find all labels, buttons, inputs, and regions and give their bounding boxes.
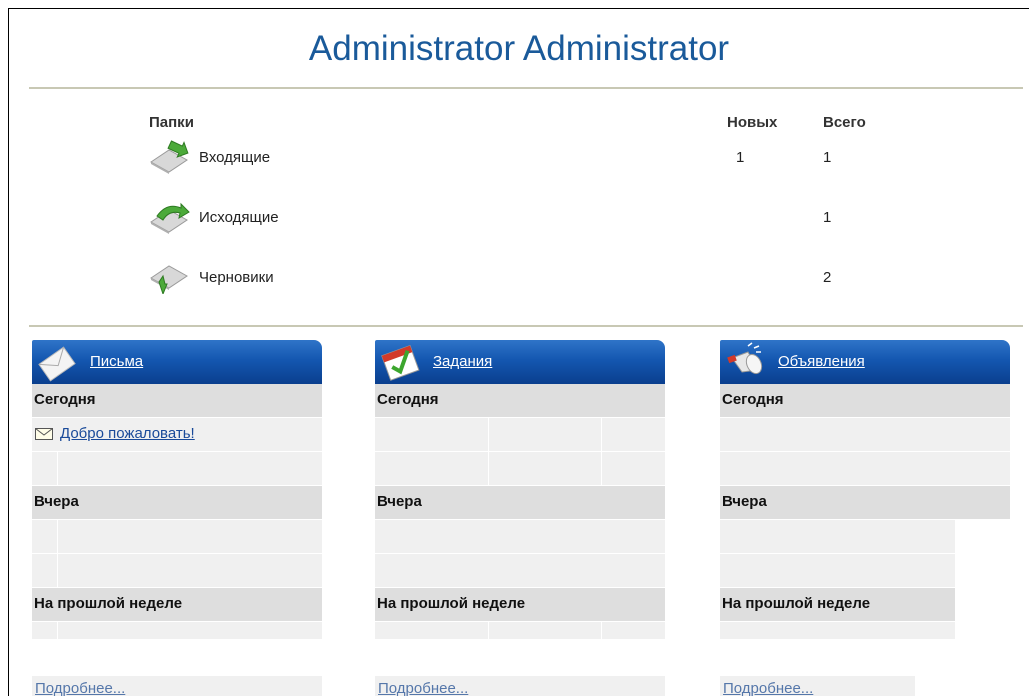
page-title: Administrator Administrator — [308, 29, 730, 68]
folder-row-outbox[interactable]: Исходящие 1 — [9, 200, 1029, 240]
folder-total-outbox: 1 — [823, 209, 832, 226]
folders-header-new: Новых — [727, 114, 778, 131]
outbox-icon — [150, 202, 190, 234]
letters-more-link[interactable]: Подробнее... — [32, 680, 125, 696]
announcements-section-yesterday: Вчера — [720, 486, 1010, 520]
folder-row-drafts[interactable]: Черновики 2 — [9, 260, 1029, 300]
list-item — [32, 622, 322, 640]
list-item — [32, 452, 322, 486]
megaphone-icon — [727, 342, 763, 375]
announcements-more-link[interactable]: Подробнее... — [720, 680, 813, 696]
letters-section-today: Сегодня — [32, 384, 322, 418]
main-frame: Administrator Administrator Папки Новых … — [8, 8, 1029, 696]
list-item — [32, 554, 322, 588]
folder-total-inbox: 1 — [823, 149, 832, 166]
inbox-icon — [150, 140, 189, 174]
divider-top — [29, 87, 1023, 89]
envelope-icon — [38, 346, 76, 382]
folders-header-total: Всего — [823, 114, 866, 131]
panel-tasks: Задания Сегодня Вчера На прошлой неделе — [375, 340, 665, 640]
list-item — [375, 418, 665, 452]
folder-label-inbox[interactable]: Входящие — [199, 149, 270, 166]
list-item — [32, 520, 322, 554]
folder-label-outbox[interactable]: Исходящие — [199, 209, 279, 226]
tasks-section-today: Сегодня — [375, 384, 665, 418]
list-item — [720, 418, 1010, 452]
panel-letters-header: Письма — [32, 340, 322, 384]
panel-tasks-header: Задания — [375, 340, 665, 384]
list-item — [720, 622, 955, 640]
panel-letters-link[interactable]: Письма — [90, 353, 143, 370]
list-item — [375, 622, 665, 640]
announcements-section-last-week: На прошлой неделе — [720, 588, 955, 622]
list-item[interactable]: Добро пожаловать! — [32, 418, 322, 452]
list-item — [720, 520, 955, 554]
folders-header-name: Папки — [149, 114, 194, 131]
panel-announcements-link[interactable]: Объявления — [778, 353, 865, 370]
divider-middle — [29, 325, 1023, 327]
message-icon — [35, 428, 53, 440]
letters-section-last-week: На прошлой неделе — [32, 588, 322, 622]
panel-tasks-link[interactable]: Задания — [433, 353, 492, 370]
panel-announcements: Объявления Сегодня Вчера На прошлой неде… — [720, 340, 1010, 640]
tasks-section-last-week: На прошлой неделе — [375, 588, 665, 622]
list-item — [375, 520, 665, 554]
list-item — [720, 554, 955, 588]
list-item — [720, 452, 1010, 486]
folder-label-drafts[interactable]: Черновики — [199, 269, 274, 286]
message-link-welcome[interactable]: Добро пожаловать! — [60, 425, 195, 442]
tasks-section-yesterday: Вчера — [375, 486, 665, 520]
list-item — [375, 452, 665, 486]
folder-total-drafts: 2 — [823, 269, 832, 286]
list-item — [375, 554, 665, 588]
letters-section-yesterday: Вчера — [32, 486, 322, 520]
folder-row-inbox[interactable]: Входящие 1 1 — [9, 140, 1029, 180]
panel-announcements-header: Объявления — [720, 340, 1010, 384]
drafts-icon — [150, 265, 188, 294]
calendar-check-icon — [381, 344, 420, 381]
folder-new-inbox: 1 — [736, 149, 745, 166]
panel-letters: Письма Сегодня Добро пожаловать! Вчера Н… — [32, 340, 322, 640]
announcements-section-today: Сегодня — [720, 384, 1010, 418]
tasks-more-link[interactable]: Подробнее... — [375, 680, 468, 696]
